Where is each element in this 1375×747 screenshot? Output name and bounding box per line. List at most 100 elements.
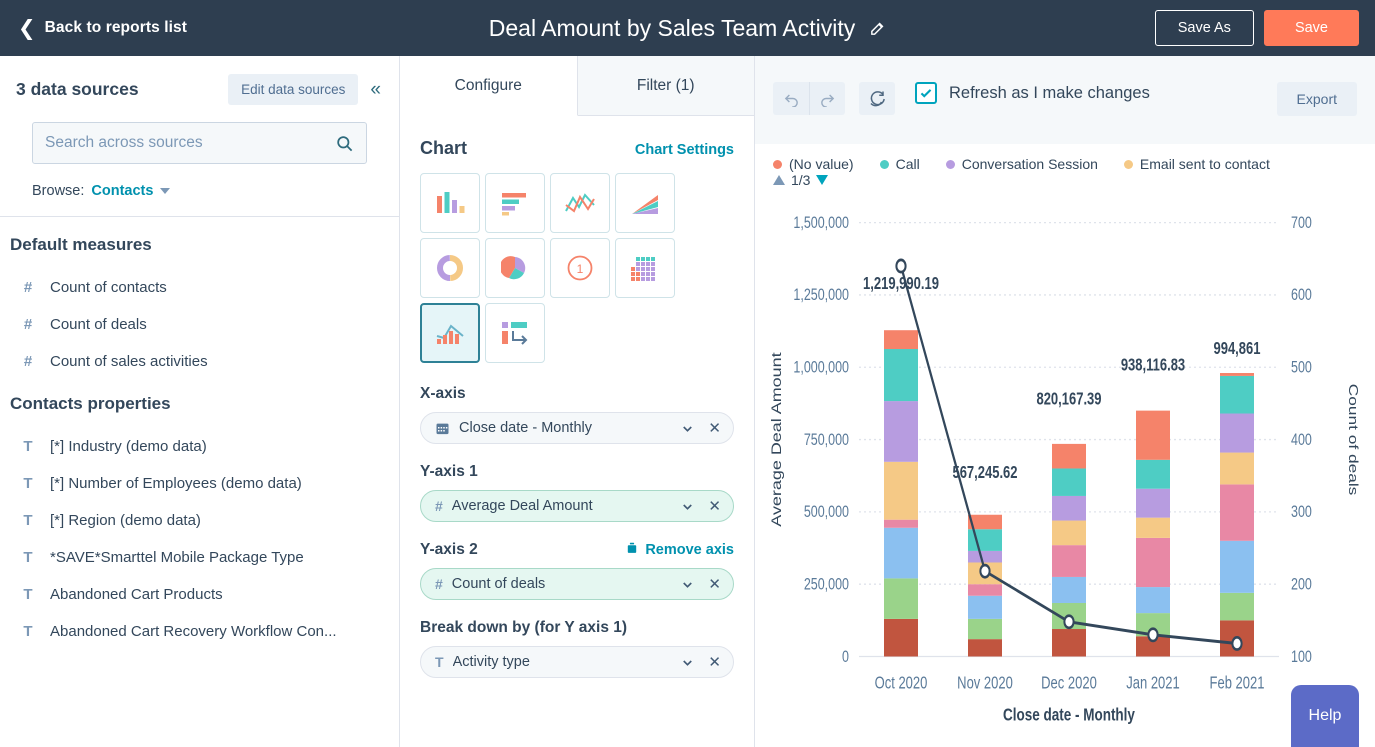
- list-item[interactable]: T [*] Industry (demo data): [0, 428, 399, 465]
- x-axis-pill[interactable]: Close date - Monthly ✕: [420, 412, 734, 444]
- list-item[interactable]: T Abandoned Cart Products: [0, 576, 399, 613]
- combo-chart-icon[interactable]: [420, 303, 480, 363]
- number-icon: #: [23, 353, 33, 370]
- legend-label: Email sent to contact: [1139, 156, 1270, 172]
- search-box[interactable]: [32, 122, 367, 164]
- page-title: Deal Amount by Sales Team Activity: [488, 14, 856, 41]
- field-label: *SAVE*Smarttel Mobile Package Type: [50, 549, 304, 566]
- list-item[interactable]: T *SAVE*Smarttel Mobile Package Type: [0, 539, 399, 576]
- chevron-down-icon[interactable]: [680, 421, 695, 436]
- legend-item[interactable]: (No value): [773, 156, 854, 172]
- field-label: Count of contacts: [50, 279, 167, 296]
- pie-chart-icon[interactable]: [485, 238, 545, 298]
- chevron-down-icon[interactable]: [680, 499, 695, 514]
- legend-dot-conversation-session: [945, 159, 955, 169]
- field-label: [*] Industry (demo data): [50, 438, 207, 455]
- remove-axis-button[interactable]: Remove axis: [625, 541, 734, 559]
- pivot-table-icon[interactable]: [485, 303, 545, 363]
- field-label: Abandoned Cart Products: [50, 586, 223, 603]
- svg-text:Oct 2020: Oct 2020: [875, 674, 928, 693]
- y-axis-2-value: Count of deals: [451, 576, 546, 592]
- refresh-checkbox[interactable]: [915, 82, 937, 104]
- search-input[interactable]: [45, 134, 335, 152]
- chart-legend: (No value) Call Conversation Session Ema…: [755, 144, 1375, 172]
- remove-y-axis-1-icon[interactable]: ✕: [704, 497, 725, 515]
- legend-next-icon[interactable]: [816, 175, 829, 185]
- svg-text:1,500,000: 1,500,000: [793, 214, 849, 232]
- remove-breakdown-icon[interactable]: ✕: [704, 653, 725, 671]
- legend-label: (No value): [789, 156, 854, 172]
- horizontal-bar-chart-icon[interactable]: [485, 173, 545, 233]
- refresh-icon[interactable]: [859, 82, 895, 115]
- y-axis-1-pill[interactable]: # Average Deal Amount ✕: [420, 490, 734, 522]
- legend-dot-email-sent-to-contact: [1123, 159, 1133, 169]
- x-axis-value: Close date - Monthly: [459, 420, 592, 436]
- text-icon: T: [23, 623, 33, 640]
- chart-section-header: Chart Chart Settings: [420, 138, 734, 159]
- donut-chart-icon[interactable]: [420, 238, 480, 298]
- export-button[interactable]: Export: [1276, 82, 1357, 116]
- save-as-button[interactable]: Save As: [1154, 10, 1254, 46]
- data-sources-title: 3 data sources: [16, 79, 139, 99]
- undo-icon[interactable]: [773, 82, 809, 115]
- back-to-reports-link[interactable]: ❮ Back to reports list: [18, 18, 187, 39]
- sidebar-header-row: 3 data sources Edit data sources «: [16, 74, 383, 105]
- help-button[interactable]: Help: [1291, 685, 1359, 747]
- pencil-icon[interactable]: [869, 20, 886, 37]
- field-label: Abandoned Cart Recovery Workflow Con...: [50, 623, 337, 640]
- chart-settings-link[interactable]: Chart Settings: [635, 142, 734, 158]
- vertical-bar-chart-icon[interactable]: [420, 173, 480, 233]
- list-item[interactable]: T [*] Number of Employees (demo data): [0, 465, 399, 502]
- fields-list: Default measures # Count of contacts # C…: [0, 217, 399, 747]
- chevron-down-icon[interactable]: [680, 655, 695, 670]
- edit-data-sources-button[interactable]: Edit data sources: [228, 74, 359, 105]
- chevron-double-left-icon[interactable]: «: [368, 80, 383, 99]
- y-axis-1-label: Y-axis 1: [420, 463, 478, 480]
- search-icon[interactable]: [335, 134, 354, 153]
- heatmap-icon[interactable]: [615, 238, 675, 298]
- svg-text:1: 1: [577, 262, 584, 276]
- list-item[interactable]: T Abandoned Cart Recovery Workflow Con..…: [0, 613, 399, 650]
- combo-chart-svg[interactable]: 0 250,000 500,000 750,000 1,000,000 1,250,000…: [755, 188, 1375, 747]
- redo-icon[interactable]: [809, 82, 845, 115]
- single-value-icon[interactable]: 1: [550, 238, 610, 298]
- field-label: Count of deals: [50, 316, 147, 333]
- save-button[interactable]: Save: [1263, 10, 1359, 46]
- legend-item[interactable]: Email sent to contact: [1123, 156, 1270, 172]
- svg-text:250,000: 250,000: [804, 576, 849, 594]
- field-label: [*] Region (demo data): [50, 512, 201, 529]
- legend-item[interactable]: Conversation Session: [945, 156, 1098, 172]
- area-chart-icon[interactable]: [615, 173, 675, 233]
- svg-text:300: 300: [1291, 504, 1312, 522]
- tab-filter[interactable]: Filter (1): [577, 56, 754, 116]
- refresh-checkbox-label[interactable]: Refresh as I make changes: [949, 84, 1150, 103]
- legend-dot-call: [879, 159, 889, 169]
- calendar-icon: [435, 421, 450, 436]
- remove-x-axis-icon[interactable]: ✕: [704, 419, 725, 437]
- browse-select[interactable]: Contacts: [91, 183, 153, 199]
- y-axis-2-pill[interactable]: # Count of deals ✕: [420, 568, 734, 600]
- legend-prev-icon[interactable]: [773, 175, 785, 185]
- section-title-default-measures: Default measures: [10, 235, 152, 254]
- remove-axis-label: Remove axis: [645, 542, 734, 558]
- legend-item[interactable]: Call: [879, 156, 920, 172]
- list-item[interactable]: # Count of contacts: [0, 269, 399, 306]
- chevron-left-icon: ❮: [18, 16, 36, 40]
- breakdown-pill[interactable]: T Activity type ✕: [420, 646, 734, 678]
- list-item[interactable]: T [*] Region (demo data): [0, 502, 399, 539]
- line-chart-icon[interactable]: [550, 173, 610, 233]
- list-item[interactable]: # Count of sales activities: [0, 343, 399, 380]
- text-icon: T: [23, 475, 33, 492]
- number-icon: #: [435, 498, 443, 514]
- body-row: 3 data sources Edit data sources « Brows…: [0, 56, 1375, 747]
- chevron-down-icon[interactable]: [680, 577, 695, 592]
- tab-configure[interactable]: Configure: [400, 56, 578, 116]
- data-sources-sidebar: 3 data sources Edit data sources « Brows…: [0, 56, 400, 747]
- list-item[interactable]: # Count of deals: [0, 306, 399, 343]
- breakdown-value: Activity type: [452, 654, 530, 670]
- svg-text:Close date - Monthly: Close date - Monthly: [1003, 706, 1135, 725]
- refresh-as-changes-control[interactable]: Refresh as I make changes: [915, 82, 1150, 104]
- svg-text:500: 500: [1291, 359, 1312, 377]
- chevron-down-icon[interactable]: [160, 188, 171, 194]
- remove-y-axis-2-icon[interactable]: ✕: [704, 575, 725, 593]
